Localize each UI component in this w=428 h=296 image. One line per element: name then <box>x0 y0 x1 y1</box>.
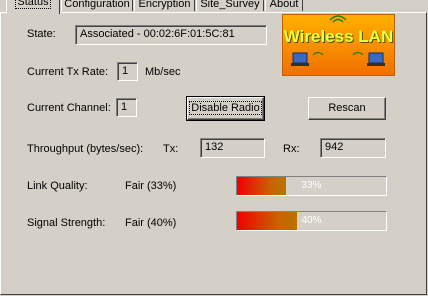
logo-waves-icon <box>291 15 385 66</box>
tab-about-label: About <box>269 0 299 10</box>
tab-about[interactable]: About <box>265 0 303 11</box>
tab-configuration-label: Configuration <box>64 0 130 10</box>
tab-configuration[interactable]: Configuration <box>61 0 133 11</box>
tab-encryption[interactable]: Encryption <box>134 0 195 11</box>
tab-status-label: Status <box>15 0 51 9</box>
wireless-lan-logo: Wireless LAN <box>282 14 395 76</box>
tab-site-survey[interactable]: Site_Survey <box>196 0 264 11</box>
tab-status[interactable]: Status <box>6 0 60 14</box>
tab-encryption-label: Encryption <box>138 0 191 10</box>
tab-site-survey-label: Site_Survey <box>200 0 260 10</box>
